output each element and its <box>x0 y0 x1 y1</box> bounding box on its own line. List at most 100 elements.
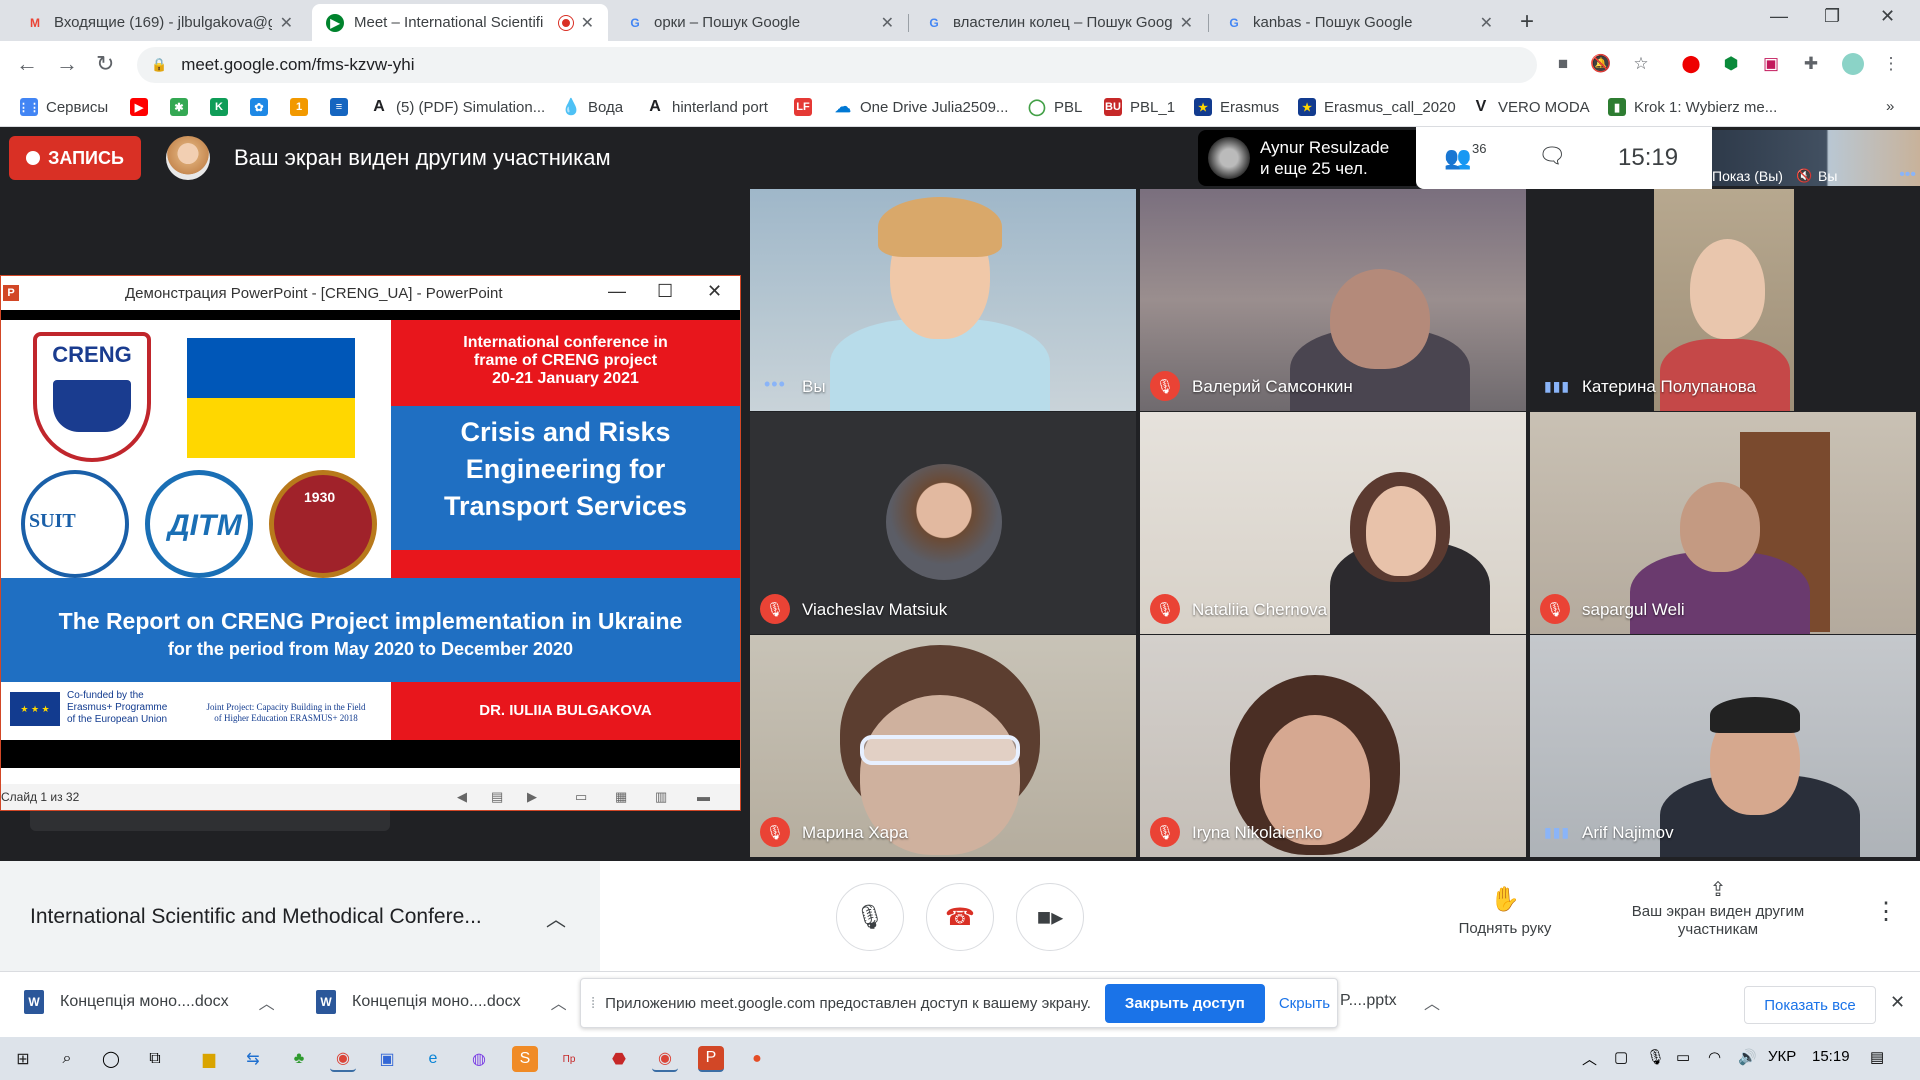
volume-icon[interactable]: 🔊 <box>1738 1048 1757 1066</box>
chrome-icon[interactable]: ◉ <box>652 1046 678 1072</box>
windows-start-icon[interactable]: ⊞ <box>10 1046 36 1072</box>
bookmark-2[interactable]: ✱ <box>170 98 196 116</box>
skype-like-icon[interactable]: S <box>512 1046 538 1072</box>
edge-icon[interactable]: e <box>420 1046 446 1072</box>
slide-menu-icon[interactable]: ▤ <box>491 789 503 805</box>
bookmark-6[interactable]: ≡ <box>330 98 356 116</box>
sorter-view-icon[interactable]: ▦ <box>615 789 627 805</box>
close-tab-icon[interactable]: ✕ <box>581 13 594 33</box>
active-speaker-chip[interactable]: Aynur Resulzade и еще 25 чел. <box>1198 130 1416 186</box>
close-tab-icon[interactable]: ✕ <box>881 13 894 33</box>
drag-handle-icon[interactable]: ⁞ <box>591 995 595 1012</box>
notifications-off-icon[interactable]: 🔕 <box>1590 53 1612 75</box>
acrobat-icon[interactable]: ⬣ <box>606 1046 632 1072</box>
present-screen-button[interactable]: ⇪ Ваш экран виден другим участникам <box>1608 880 1828 939</box>
bookmark-apps[interactable]: ⋮⋮ Сервисы <box>18 98 108 116</box>
bookmark-pdf-simulation[interactable]: A (5) (PDF) Simulation... <box>370 98 545 116</box>
app-icon[interactable]: ♣ <box>286 1046 312 1072</box>
tray-chevron-icon[interactable]: ︿ <box>1582 1048 1597 1069</box>
browser-app-icon[interactable]: ◍ <box>466 1046 492 1072</box>
close-tab-icon[interactable]: ✕ <box>280 13 293 33</box>
self-preview[interactable]: Показ (Вы) 🔇 Вы ••• <box>1712 130 1920 186</box>
notifications-icon[interactable]: ▤ <box>1870 1048 1884 1066</box>
shield-extension-icon[interactable]: ⬢ <box>1720 53 1742 75</box>
bookmark-erasmus-call[interactable]: ★ Erasmus_call_2020 <box>1298 98 1456 116</box>
participant-tile[interactable]: ▮▮▮ Катерина Полупанова <box>1530 189 1916 411</box>
chevron-up-icon[interactable]: ︿ <box>546 903 566 932</box>
powerpoint-window[interactable]: P Демонстрация PowerPoint - [CRENG_UA] -… <box>0 275 741 811</box>
participant-tile[interactable]: ▮▮▮ Arif Najimov <box>1530 635 1916 857</box>
tab-gmail[interactable]: M Входящие (169) - jlbulgakova@g ✕ <box>12 4 307 41</box>
close-icon[interactable]: ✕ <box>1890 992 1905 1013</box>
next-slide-icon[interactable]: ▶ <box>527 789 537 805</box>
bookmark-pbl1[interactable]: BU PBL_1 <box>1104 98 1175 116</box>
participant-tile[interactable]: 🎙 Iryna Nikolaienko <box>1140 635 1526 857</box>
tab-meet[interactable]: ▶ Meet – International Scientifi ✕ <box>312 4 608 41</box>
download-item[interactable]: W Концепція моно....docx ︿ <box>24 990 275 1014</box>
normal-view-icon[interactable]: ▭ <box>575 789 587 805</box>
more-options-icon[interactable]: ••• <box>1899 166 1916 184</box>
download-filename[interactable]: P....pptx <box>1340 992 1397 1010</box>
extensions-icon[interactable]: ✚ <box>1800 53 1822 75</box>
camera-icon[interactable]: ■ <box>1552 53 1574 75</box>
participant-tile[interactable]: 🎙 Viacheslav Matsiuk <box>750 412 1136 634</box>
participant-tile[interactable]: 🎙 sapargul Weli <box>1530 412 1916 634</box>
participant-tile[interactable]: ••• Вы <box>750 189 1136 411</box>
save-app-icon[interactable]: ▣ <box>374 1046 400 1072</box>
maximize-button[interactable]: ❐ <box>1824 6 1840 27</box>
microphone-button[interactable]: 🎙 <box>836 883 904 951</box>
chevron-up-icon[interactable]: ︿ <box>551 990 567 1014</box>
download-item[interactable]: W Концепція моно....docx ︿ <box>316 990 567 1014</box>
new-tab-button[interactable]: + <box>1520 8 1534 36</box>
bookmark-4[interactable]: ✿ <box>250 98 276 116</box>
reload-button[interactable]: ↻ <box>96 51 114 77</box>
close-tab-icon[interactable]: ✕ <box>1180 13 1193 33</box>
hide-button[interactable]: Скрыть <box>1279 995 1330 1012</box>
previous-slide-icon[interactable]: ◀ <box>457 789 467 805</box>
task-view-icon[interactable]: ⧉ <box>142 1046 168 1072</box>
taskbar-clock[interactable]: 15:19 <box>1812 1048 1850 1065</box>
chat-icon[interactable]: 🗨 <box>1538 143 1566 169</box>
cortana-icon[interactable]: ◯ <box>98 1046 124 1072</box>
stop-sharing-button[interactable]: Закрыть доступ <box>1104 983 1265 1023</box>
screencast-extension-icon[interactable]: ▣ <box>1760 53 1782 75</box>
battery-icon[interactable]: ▭ <box>1676 1048 1690 1066</box>
browser-menu-icon[interactable]: ⋮ <box>1880 53 1902 75</box>
minimize-button[interactable]: — <box>608 281 626 302</box>
chevron-up-icon[interactable]: ︿ <box>259 990 275 1014</box>
bookmark-veromoda[interactable]: V VERO MODA <box>1472 98 1590 116</box>
search-icon[interactable]: ⌕ <box>54 1046 80 1072</box>
back-button[interactable]: ← <box>16 51 38 77</box>
bookmark-5[interactable]: 1 <box>290 98 316 116</box>
bookmark-lf[interactable]: LF <box>794 98 820 116</box>
translator-icon[interactable]: Пр <box>556 1046 582 1072</box>
tray-app-icon[interactable]: ▢ <box>1614 1048 1628 1066</box>
more-bookmarks-button[interactable]: » <box>1886 98 1894 115</box>
chrome-icon[interactable]: ◉ <box>330 1046 356 1072</box>
reading-view-icon[interactable]: ▥ <box>655 789 667 805</box>
bookmark-onedrive[interactable]: ☁ One Drive Julia2509... <box>834 98 1008 116</box>
tab-google-orcs[interactable]: G орки – Пошук Google ✕ <box>612 4 908 41</box>
bookmark-3[interactable]: K <box>210 98 236 116</box>
record-button[interactable]: ЗАПИСЬ <box>9 136 141 180</box>
participant-tile[interactable]: 🎙 Nataliia Chernova <box>1140 412 1526 634</box>
chevron-up-icon[interactable]: ︿ <box>1424 990 1440 1014</box>
bookmark-voda[interactable]: 💧 Вода <box>561 98 623 116</box>
microphone-icon[interactable]: 🎙 <box>1646 1048 1665 1066</box>
people-icon[interactable]: 👥 <box>1444 145 1471 171</box>
leave-call-button[interactable]: ☎ <box>926 883 994 951</box>
minimize-button[interactable]: — <box>1770 6 1788 27</box>
firefox-icon[interactable]: ● <box>744 1046 770 1072</box>
slideshow-view-icon[interactable]: ▬ <box>697 789 710 804</box>
meeting-details[interactable]: International Scientific and Methodical … <box>0 861 600 971</box>
tab-google-kanbas[interactable]: G kanbas - Пошук Google ✕ <box>1211 4 1507 41</box>
participant-tile[interactable]: 🎙 Валерий Самсонкин <box>1140 189 1526 411</box>
bookmark-youtube[interactable]: ▶ <box>130 98 156 116</box>
wifi-icon[interactable]: ◠ <box>1708 1048 1721 1066</box>
bookmark-erasmus[interactable]: ★ Erasmus <box>1194 98 1279 116</box>
profile-avatar[interactable] <box>1842 53 1864 75</box>
language-indicator[interactable]: УКР <box>1768 1048 1796 1065</box>
close-button[interactable]: ✕ <box>707 281 722 302</box>
bookmark-hinterland[interactable]: Ahinterland port <box>646 98 768 116</box>
bookmark-pbl[interactable]: ◯ PBL <box>1028 98 1082 116</box>
